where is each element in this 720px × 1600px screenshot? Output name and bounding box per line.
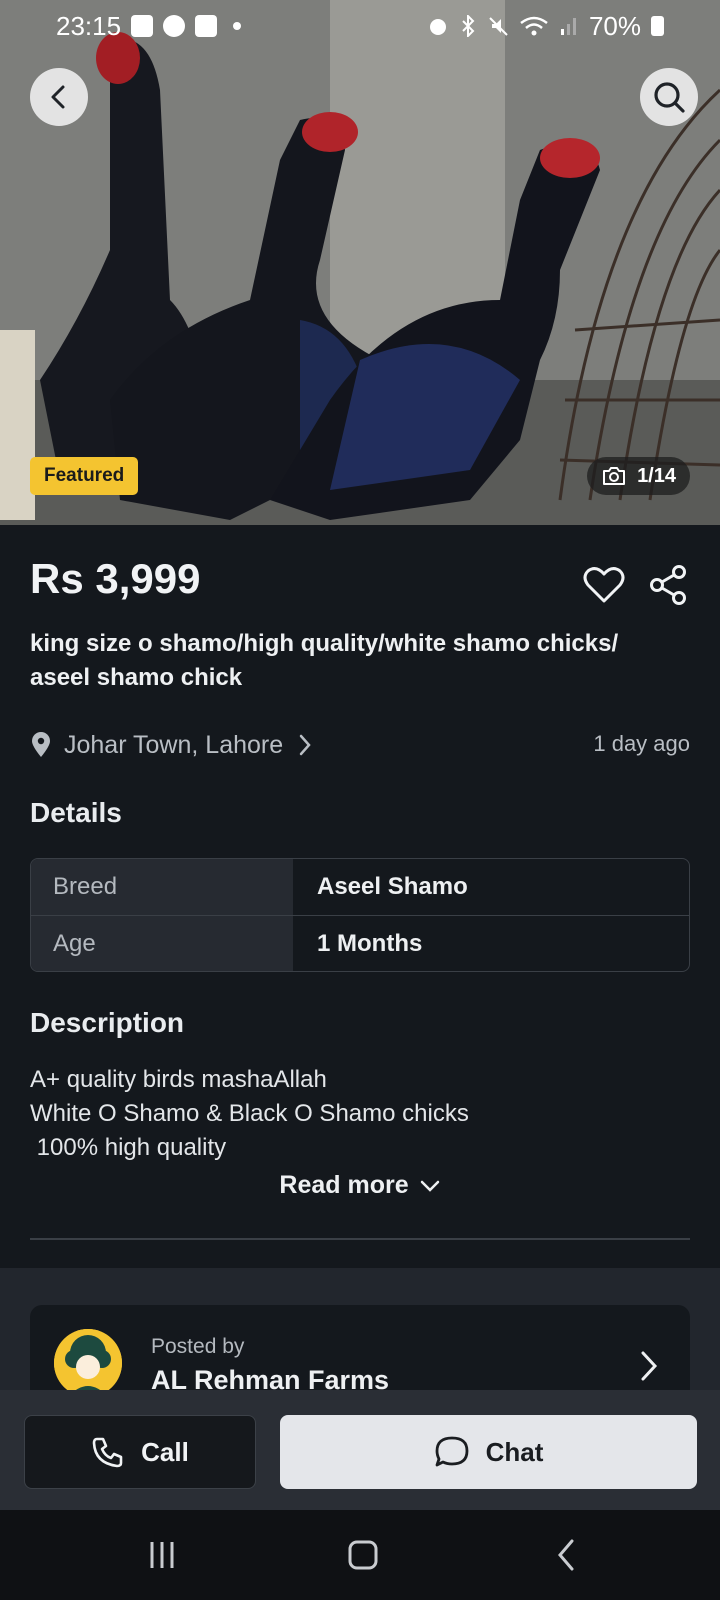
back-arrow-icon (558, 1539, 574, 1571)
wifi-icon (520, 16, 548, 36)
action-bar: Call Chat (0, 1390, 720, 1510)
location-text: Johar Town, Lahore (64, 730, 284, 759)
detail-value: Aseel Shamo (317, 873, 468, 900)
share-icon (650, 565, 686, 605)
status-time: 23:15 (56, 10, 122, 41)
table-row: Age 1 Months (31, 915, 689, 971)
search-button[interactable] (640, 68, 698, 126)
description-line: 100% high quality (30, 1134, 227, 1161)
system-navigation-bar (0, 1510, 720, 1600)
facebook-icon (163, 15, 186, 37)
image-counter: 1/14 (587, 457, 690, 495)
location-link[interactable]: Johar Town, Lahore (30, 725, 690, 765)
read-more-label: Read more (279, 1171, 409, 1199)
detail-key: Breed (31, 859, 293, 915)
chevron-left-icon (51, 85, 65, 109)
listing-photo (0, 0, 720, 525)
chat-label: Chat (485, 1436, 544, 1467)
chevron-right-icon (641, 1351, 658, 1381)
phone-icon (92, 1437, 123, 1468)
chevron-down-icon (420, 1180, 439, 1192)
call-label: Call (141, 1436, 189, 1467)
back-button[interactable] (30, 68, 88, 126)
home-button[interactable] (333, 1530, 393, 1580)
battery-percent: 70% (588, 10, 641, 41)
posted-time: 1 day ago (593, 731, 690, 756)
camera-icon (603, 467, 626, 485)
description-heading: Description (30, 1007, 185, 1038)
gallery-icon (131, 15, 154, 37)
youtube-icon (195, 15, 218, 37)
system-back-button[interactable] (536, 1530, 596, 1580)
avatar-illustration (54, 1329, 122, 1397)
location-pin-icon (32, 732, 50, 757)
details-table: Breed Aseel Shamo Age 1 Months (30, 858, 690, 972)
listing-price: Rs 3,999 (30, 555, 201, 602)
status-bar: 23:15 70% (0, 0, 720, 52)
table-row: Breed Aseel Shamo (31, 859, 689, 915)
posted-by-label: Posted by (151, 1335, 245, 1358)
home-icon (348, 1540, 378, 1570)
recent-apps-icon (150, 1542, 174, 1568)
detail-key: Age (31, 916, 293, 971)
signal-icon (560, 18, 576, 35)
featured-badge: Featured (30, 457, 139, 495)
listing-title: king size o shamo/high quality/white sha… (30, 630, 619, 691)
heart-icon (583, 567, 625, 603)
avatar (54, 1329, 122, 1397)
description-line: A+ quality birds mashaAllah (30, 1066, 327, 1093)
dot-icon (233, 22, 242, 30)
description-line: White O Shamo & Black O Shamo chicks (30, 1100, 469, 1127)
mute-icon (489, 17, 508, 36)
favorite-button[interactable] (582, 563, 626, 607)
call-button[interactable]: Call (24, 1415, 256, 1489)
divider (30, 1238, 690, 1240)
listing-image-gallery[interactable]: 23:15 70% Featured 1/14 (0, 0, 720, 525)
recent-apps-button[interactable] (132, 1530, 192, 1580)
chevron-right-icon (299, 734, 311, 756)
detail-value: 1 Months (317, 929, 423, 957)
battery-icon (651, 16, 664, 36)
description-text: A+ quality birds mashaAllah White O Sham… (30, 1063, 690, 1165)
read-more-button[interactable]: Read more (0, 1171, 720, 1200)
chat-button[interactable]: Chat (280, 1415, 697, 1489)
bluetooth-icon (462, 15, 475, 37)
details-heading: Details (30, 797, 122, 828)
search-icon (654, 82, 685, 113)
share-button[interactable] (648, 563, 688, 607)
image-counter-text: 1/14 (637, 464, 676, 487)
chat-bubble-icon (435, 1436, 469, 1467)
alarm-icon (429, 19, 446, 35)
